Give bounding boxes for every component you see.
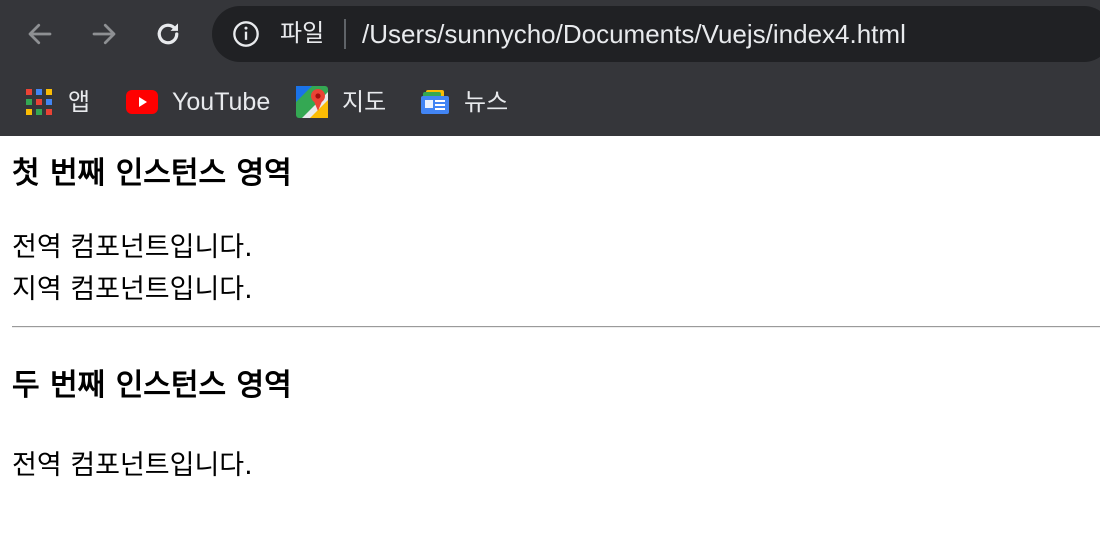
bookmark-label: YouTube xyxy=(172,88,271,116)
info-icon[interactable] xyxy=(232,20,260,48)
arrow-right-icon xyxy=(92,23,116,45)
bookmark-news[interactable]: 뉴스 xyxy=(420,82,508,122)
youtube-icon xyxy=(126,90,158,114)
browser-toolbar: 파일 /Users/sunnycho/Documents/Vuejs/index… xyxy=(0,0,1100,70)
news-icon xyxy=(421,90,449,114)
reload-icon xyxy=(157,23,179,45)
omnibox-divider xyxy=(344,19,346,49)
first-instance-heading: 첫 번째 인스턴스 영역 xyxy=(12,156,292,191)
url-text[interactable]: /Users/sunnycho/Documents/Vuejs/index4.h… xyxy=(362,19,906,49)
divider xyxy=(12,326,1100,328)
bookmark-apps[interactable]: 앱 xyxy=(24,82,90,122)
bookmark-label: 뉴스 xyxy=(464,88,509,116)
bookmark-label: 지도 xyxy=(342,88,387,116)
file-scheme-label: 파일 xyxy=(280,19,325,47)
apps-grid-icon xyxy=(26,89,52,115)
reload-button[interactable] xyxy=(148,14,188,54)
back-button[interactable] xyxy=(20,14,60,54)
bookmark-label: 앱 xyxy=(68,88,91,116)
forward-button[interactable] xyxy=(84,14,124,54)
global-component-text: 전역 컴포넌트입니다. xyxy=(12,232,253,263)
bookmark-maps[interactable]: 지도 xyxy=(296,82,386,122)
second-instance-heading: 두 번째 인스턴스 영역 xyxy=(12,368,292,403)
global-component-text: 전역 컴포넌트입니다. xyxy=(12,450,253,481)
address-bar[interactable]: 파일 /Users/sunnycho/Documents/Vuejs/index… xyxy=(212,6,1100,62)
bookmarks-bar: 앱 YouTube 지도 뉴스 xyxy=(0,70,1100,136)
maps-icon xyxy=(296,86,328,118)
browser-chrome: 파일 /Users/sunnycho/Documents/Vuejs/index… xyxy=(0,0,1100,136)
bookmark-youtube[interactable]: YouTube xyxy=(126,82,270,122)
local-component-text: 지역 컴포넌트입니다. xyxy=(12,274,253,305)
arrow-left-icon xyxy=(28,23,52,45)
